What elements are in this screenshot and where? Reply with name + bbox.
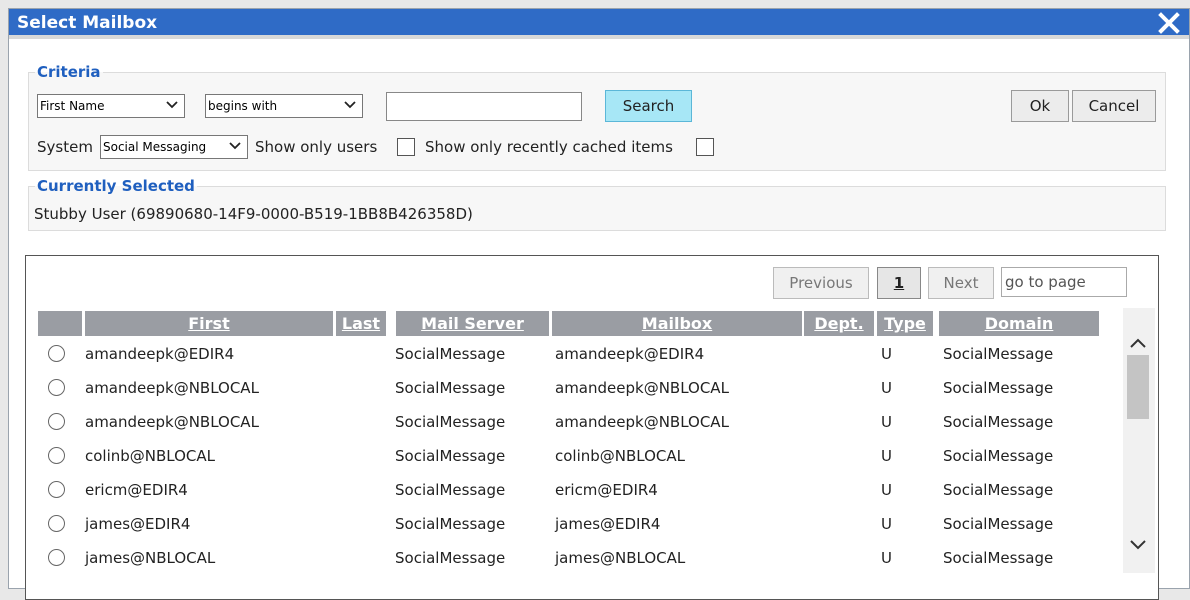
table-row[interactable]: colinb@NBLOCAL SocialMessage colinb@NBLOCA… bbox=[38, 439, 1098, 473]
previous-button[interactable]: Previous bbox=[773, 267, 869, 299]
criteria-legend: Criteria bbox=[37, 63, 101, 81]
cell-mailbox: amandeepk@NBLOCAL bbox=[555, 413, 729, 431]
cell-first: amandeepk@NBLOCAL bbox=[85, 413, 259, 431]
cell-first: amandeepk@NBLOCAL bbox=[85, 379, 259, 397]
cell-first: ericm@EDIR4 bbox=[85, 481, 188, 499]
column-header-last[interactable]: Last bbox=[336, 311, 386, 336]
table-row[interactable]: amandeepk@NBLOCAL SocialMessage amandeepk@… bbox=[38, 371, 1098, 405]
cell-type: U bbox=[881, 515, 892, 533]
cell-type: U bbox=[881, 481, 892, 499]
search-button[interactable]: Search bbox=[605, 90, 692, 122]
cell-mail-server: SocialMessage bbox=[395, 345, 506, 363]
cell-mailbox: james@NBLOCAL bbox=[555, 549, 686, 567]
system-label: System bbox=[37, 138, 93, 156]
row-select-radio[interactable] bbox=[48, 481, 65, 498]
results-panel: Previous 1 Next First Last Mail Server M… bbox=[25, 255, 1159, 600]
system-select[interactable]: Social Messaging bbox=[100, 135, 248, 159]
operator-select-control[interactable]: begins with bbox=[205, 94, 363, 118]
row-select-radio[interactable] bbox=[48, 549, 65, 566]
column-header-first[interactable]: First bbox=[85, 311, 333, 336]
cell-mailbox: amandeepk@EDIR4 bbox=[555, 345, 705, 363]
cell-type: U bbox=[881, 447, 892, 465]
cell-mail-server: SocialMessage bbox=[395, 481, 506, 499]
cell-first: colinb@NBLOCAL bbox=[85, 447, 216, 465]
vertical-scrollbar[interactable] bbox=[1123, 308, 1155, 573]
row-select-radio[interactable] bbox=[48, 447, 65, 464]
cell-type: U bbox=[881, 413, 892, 431]
column-header-domain[interactable]: Domain bbox=[939, 311, 1099, 336]
cell-mail-server: SocialMessage bbox=[395, 515, 506, 533]
column-header-mailbox[interactable]: Mailbox bbox=[552, 311, 802, 336]
ok-button[interactable]: Ok bbox=[1011, 90, 1069, 122]
cell-mailbox: james@EDIR4 bbox=[555, 515, 661, 533]
row-select-radio[interactable] bbox=[48, 515, 65, 532]
cell-mailbox: amandeepk@NBLOCAL bbox=[555, 379, 729, 397]
cell-type: U bbox=[881, 379, 892, 397]
table-row[interactable]: james@EDIR4 SocialMessage james@EDIR4 U Soci… bbox=[38, 507, 1098, 541]
table-row[interactable]: james@NBLOCAL SocialMessage james@NBLOCAL U… bbox=[38, 541, 1098, 575]
show-recent-label: Show only recently cached items bbox=[425, 138, 673, 156]
field-select[interactable]: First Name bbox=[37, 94, 185, 118]
show-only-users-checkbox[interactable] bbox=[397, 138, 415, 156]
cell-domain: SocialMessage bbox=[943, 481, 1054, 499]
cell-mail-server: SocialMessage bbox=[395, 549, 506, 567]
close-icon[interactable] bbox=[1157, 11, 1181, 35]
cell-first: james@NBLOCAL bbox=[85, 549, 216, 567]
field-select-control[interactable]: First Name bbox=[37, 94, 185, 118]
system-select-control[interactable]: Social Messaging bbox=[100, 135, 248, 159]
scroll-thumb[interactable] bbox=[1127, 355, 1149, 419]
column-header-dept[interactable]: Dept. bbox=[804, 311, 874, 336]
cell-type: U bbox=[881, 549, 892, 567]
cell-domain: SocialMessage bbox=[943, 515, 1054, 533]
title-bar: Select Mailbox bbox=[9, 9, 1189, 39]
operator-select[interactable]: begins with bbox=[205, 94, 363, 118]
scroll-up-icon[interactable] bbox=[1129, 336, 1147, 354]
cell-mail-server: SocialMessage bbox=[395, 413, 506, 431]
page-1-button[interactable]: 1 bbox=[877, 267, 921, 299]
show-only-users-label: Show only users bbox=[255, 138, 378, 156]
dialog-title: Select Mailbox bbox=[17, 13, 158, 33]
row-select-radio[interactable] bbox=[48, 345, 65, 362]
goto-page-input[interactable] bbox=[1001, 267, 1127, 297]
search-input[interactable] bbox=[386, 92, 582, 121]
next-button[interactable]: Next bbox=[928, 267, 994, 299]
select-column-header bbox=[38, 311, 82, 336]
cell-mail-server: SocialMessage bbox=[395, 379, 506, 397]
row-select-radio[interactable] bbox=[48, 413, 65, 430]
select-mailbox-dialog: Select Mailbox Criteria First Name begin… bbox=[8, 8, 1190, 600]
cell-type: U bbox=[881, 345, 892, 363]
cell-domain: SocialMessage bbox=[943, 447, 1054, 465]
column-header-type[interactable]: Type bbox=[877, 311, 933, 336]
column-header-mail-server[interactable]: Mail Server bbox=[396, 311, 549, 336]
currently-selected-legend: Currently Selected bbox=[37, 177, 195, 195]
cell-domain: SocialMessage bbox=[943, 549, 1054, 567]
cell-mailbox: colinb@NBLOCAL bbox=[555, 447, 686, 465]
table-row[interactable]: amandeepk@NBLOCAL SocialMessage amandeepk@… bbox=[38, 405, 1098, 439]
scroll-down-icon[interactable] bbox=[1129, 538, 1147, 556]
currently-selected-value: Stubby User (69890680-14F9-0000-B519-1BB… bbox=[34, 205, 473, 223]
cell-mail-server: SocialMessage bbox=[395, 447, 506, 465]
cancel-button[interactable]: Cancel bbox=[1072, 90, 1156, 122]
table-row[interactable]: ericm@EDIR4 SocialMessage ericm@EDIR4 U Soci… bbox=[38, 473, 1098, 507]
cell-domain: SocialMessage bbox=[943, 379, 1054, 397]
row-select-radio[interactable] bbox=[48, 379, 65, 396]
cell-first: james@EDIR4 bbox=[85, 515, 191, 533]
cell-domain: SocialMessage bbox=[943, 413, 1054, 431]
cell-mailbox: ericm@EDIR4 bbox=[555, 481, 658, 499]
cell-domain: SocialMessage bbox=[943, 345, 1054, 363]
show-recent-checkbox[interactable] bbox=[696, 138, 714, 156]
cell-first: amandeepk@EDIR4 bbox=[85, 345, 235, 363]
table-row[interactable]: amandeepk@EDIR4 SocialMessage amandeepk@ED… bbox=[38, 337, 1098, 371]
